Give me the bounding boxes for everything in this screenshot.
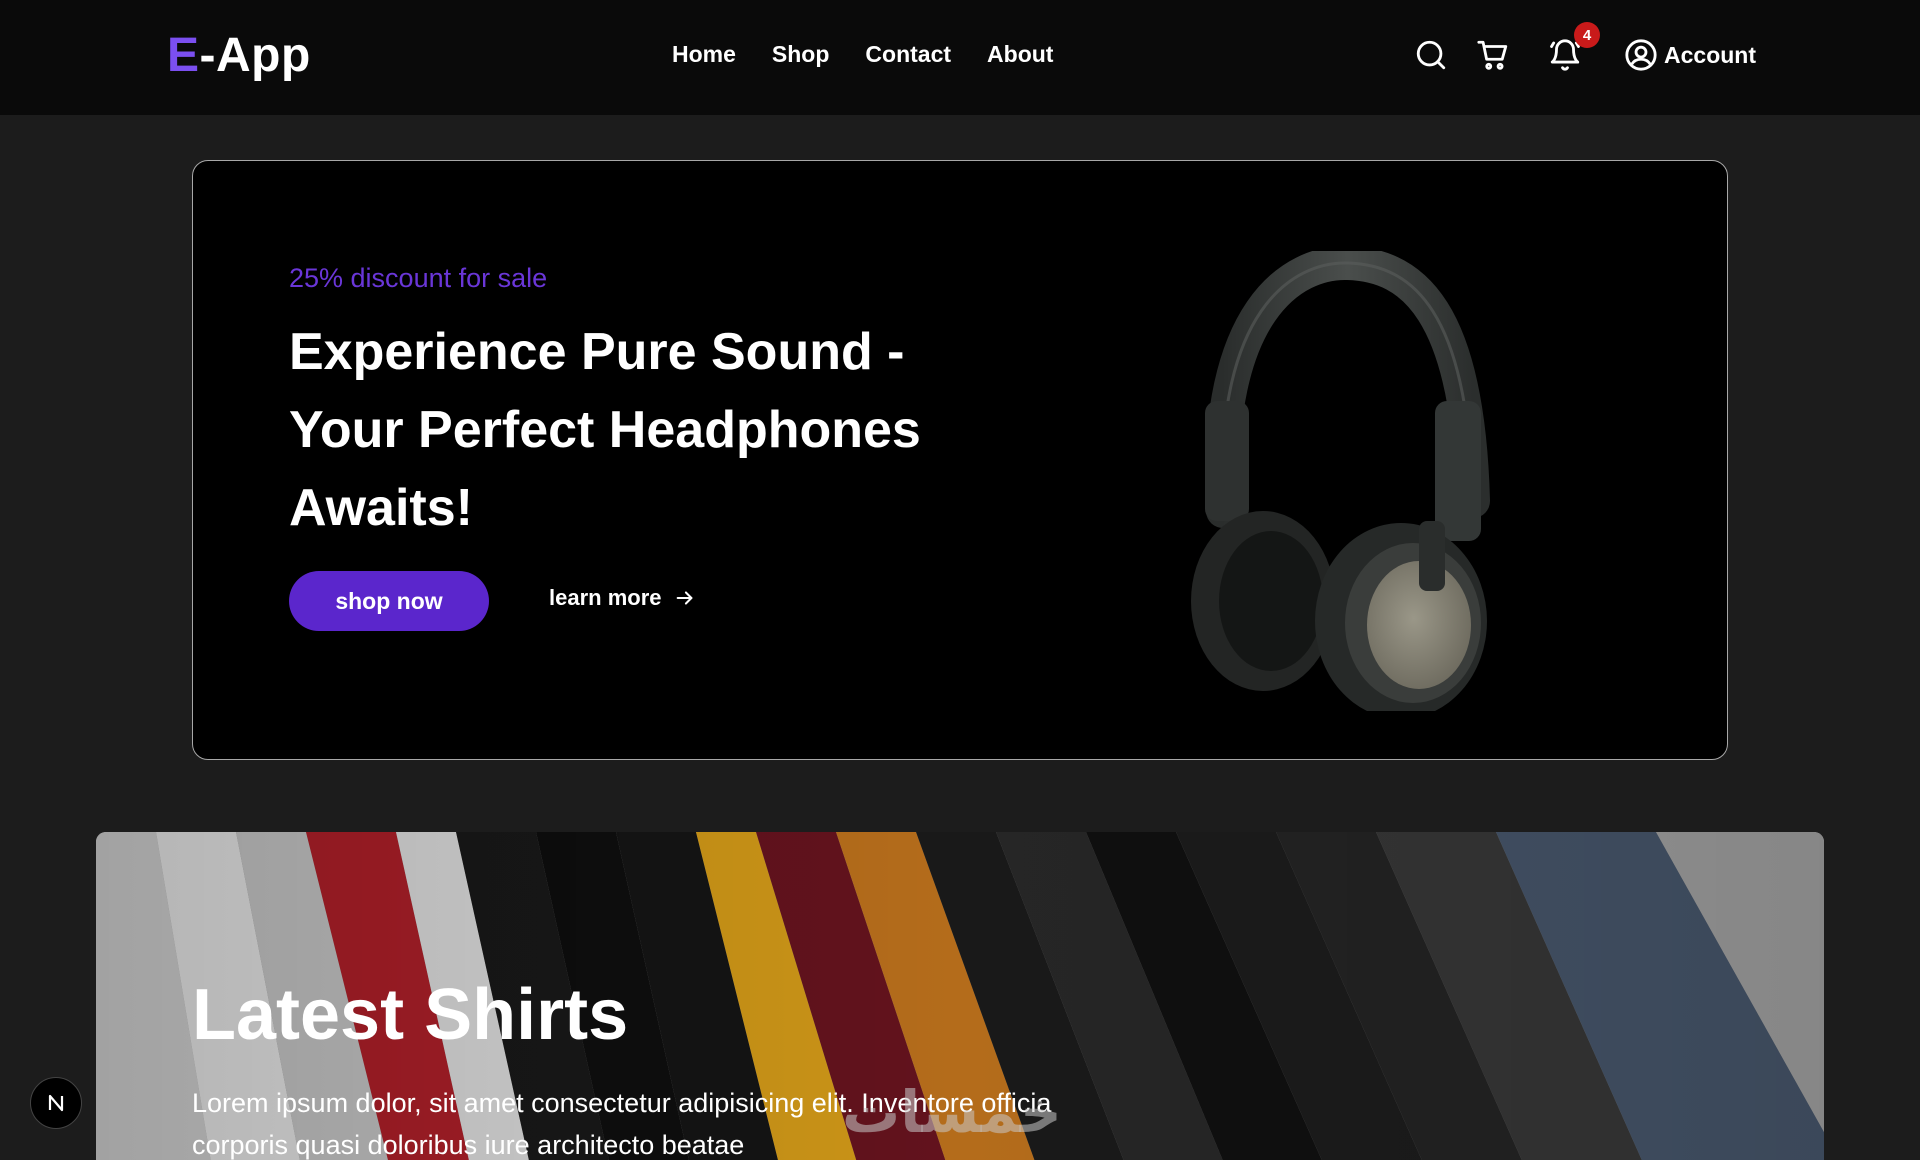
notification-count-badge: 4	[1574, 22, 1600, 48]
headphones-image	[1191, 251, 1490, 711]
search-button[interactable]	[1414, 38, 1448, 72]
nav-link-contact[interactable]: Contact	[865, 36, 951, 72]
shop-now-button[interactable]: shop now	[289, 571, 489, 631]
account-label: Account	[1664, 41, 1756, 68]
dev-tools-badge[interactable]	[30, 1077, 82, 1129]
logo[interactable]: E-App	[167, 26, 311, 86]
nextjs-icon	[48, 1094, 64, 1112]
learn-more-link[interactable]: learn more	[549, 585, 696, 611]
main-nav: Home Shop Contact About	[672, 36, 1053, 72]
hero-title: Experience Pure Sound - Your Perfect Hea…	[289, 323, 921, 537]
nav-link-shop[interactable]: Shop	[772, 36, 830, 72]
search-icon	[1416, 40, 1446, 70]
logo-prefix: E	[167, 29, 200, 82]
cart-icon	[1477, 40, 1508, 70]
nav-link-home[interactable]: Home	[672, 36, 736, 72]
hero-banner: 25% discount for sale Experience Pure So…	[192, 160, 1728, 760]
shirts-title: Latest Shirts	[192, 975, 629, 1055]
user-circle-icon	[1625, 39, 1657, 71]
nav-link-about[interactable]: About	[987, 36, 1053, 72]
learn-more-label: learn more	[549, 585, 662, 610]
arrow-right-icon	[676, 591, 692, 605]
discount-label: 25% discount for sale	[289, 263, 548, 293]
watermark-logo: خمسات	[842, 1078, 1062, 1146]
cart-button[interactable]	[1476, 38, 1510, 72]
navbar: E-App Home Shop Contact About 4 Account	[0, 0, 1920, 115]
logo-suffix: -App	[199, 29, 311, 82]
account-button[interactable]: Account	[1624, 38, 1756, 72]
